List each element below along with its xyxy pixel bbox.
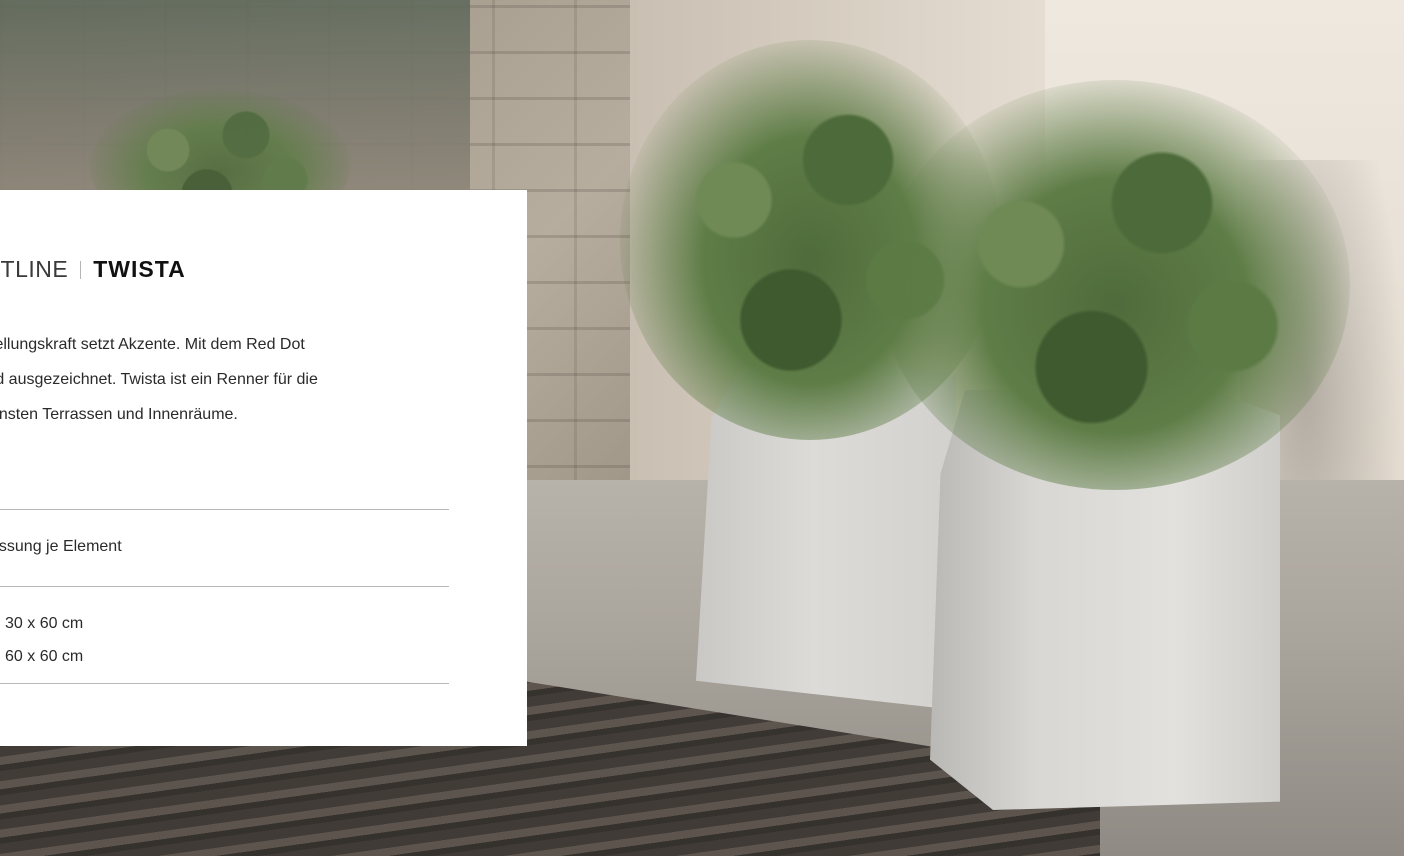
title-separator [80,261,82,279]
dimension-item: 30 x 60 cm [5,615,84,632]
product-name: TWISTA [93,256,186,282]
dimension-item: 60 x 60 cm [5,648,84,665]
product-description: tellungskraft setzt Akzente. Mit dem Red… [0,327,450,432]
description-line: tellungskraft setzt Akzente. Mit dem Red… [0,336,305,353]
dimension-list: 30 x 60 cm 60 x 60 cm [5,607,83,673]
description-line: önsten Terrassen und Innenräume. [0,406,238,423]
description-line: rd ausgezeichnet. Twista ist ein Renner … [0,371,318,388]
rosemary-plant-right [880,80,1350,490]
brand-name: FTLINE [0,256,69,282]
product-title: FTLINE TWISTA [0,256,186,283]
spec-label: essung je Element [0,538,122,555]
divider-middle [0,586,449,587]
divider-top [0,509,449,510]
divider-bottom [0,683,449,684]
